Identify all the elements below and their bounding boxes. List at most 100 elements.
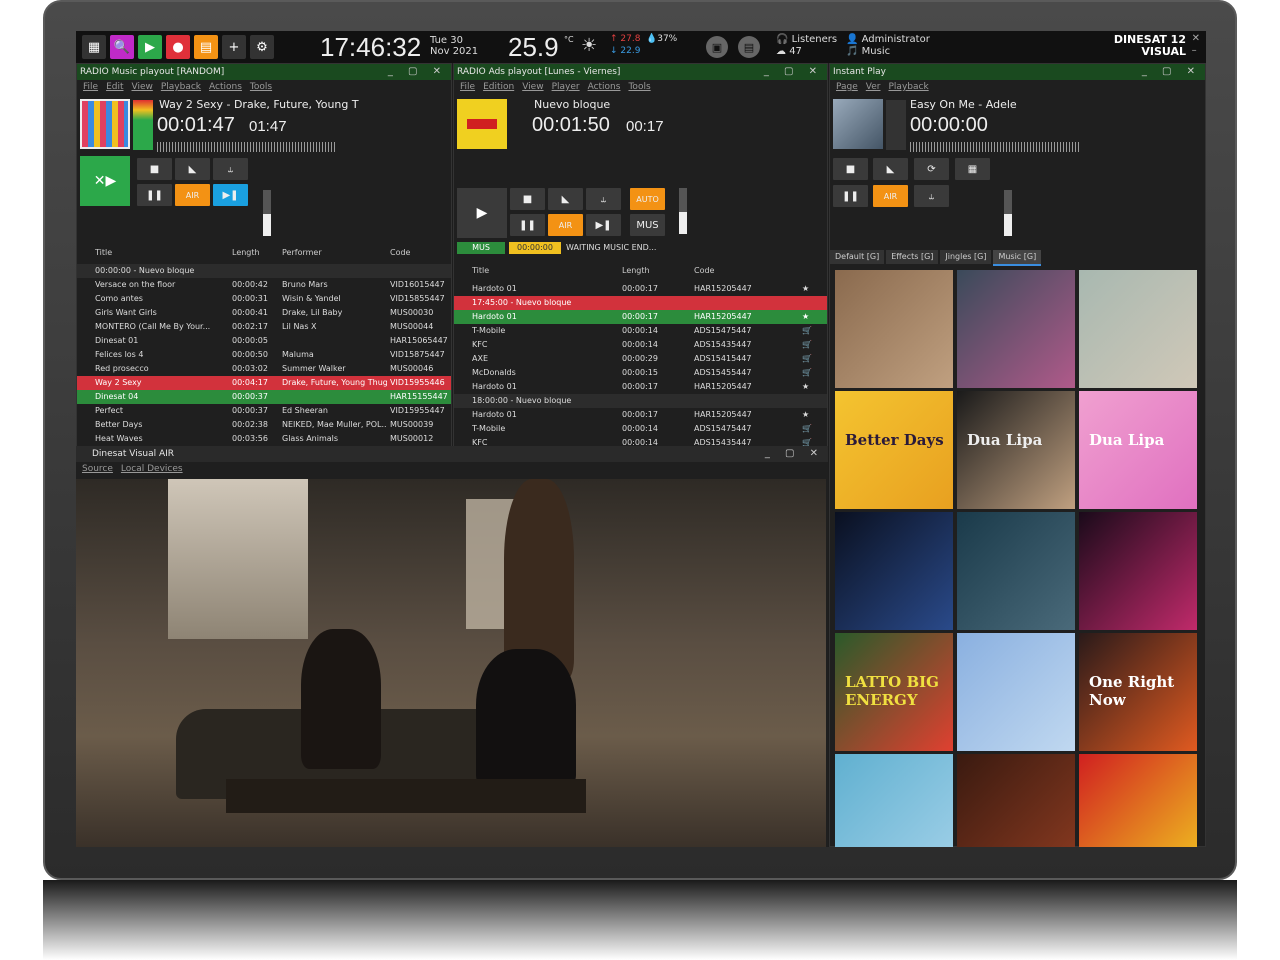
table-row[interactable]: MONTERO (Call Me By Your... 00:02:17 Lil N… (77, 320, 451, 334)
user-info[interactable]: 👤 Administrator 🎵 Music (846, 34, 930, 58)
fade-button[interactable]: ⥿ (586, 188, 621, 210)
air-button[interactable]: AIR (548, 214, 583, 236)
menu-item-tools[interactable]: Tools (628, 82, 650, 92)
table-row[interactable]: Hardoto 01 00:00:17 HAR15205447 ★ (454, 380, 827, 394)
table-row[interactable]: Girls Want Girls 00:00:41 Drake, Lil Baby M… (77, 306, 451, 320)
tab-effects[interactable]: Effects [G] (886, 250, 939, 264)
album-cover-12[interactable]: One Right Now (1079, 633, 1197, 751)
menu-item-edition[interactable]: Edition (483, 82, 514, 92)
mus-button[interactable]: MUS (630, 214, 665, 236)
table-row[interactable]: Versace on the floor 00:00:42 Bruno Mars VI… (77, 278, 451, 292)
air-button[interactable]: AIR (873, 185, 908, 207)
table-row[interactable]: Better Days 00:02:38 NEIKED, Mae Muller, P… (77, 418, 451, 432)
stop-button[interactable]: ■ (833, 158, 868, 180)
col-title[interactable]: Title (95, 248, 112, 257)
album-cover-6[interactable]: Dua Lipa (1079, 391, 1197, 509)
plus-button[interactable]: + (222, 35, 246, 59)
search-button[interactable]: 🔍 (110, 35, 134, 59)
fade-button[interactable]: ⥿ (914, 185, 949, 207)
album-cover-13[interactable] (835, 754, 953, 847)
auto-button[interactable]: AUTO (630, 188, 665, 210)
panel-window-controls[interactable]: _ ▢ ✕ (764, 64, 823, 80)
album-cover-11[interactable] (957, 633, 1075, 751)
table-row[interactable]: T-Mobile 00:00:14 ADS15475447 🛒 (454, 324, 827, 338)
album-cover-14[interactable] (957, 754, 1075, 847)
play-button[interactable]: ▶ (457, 188, 507, 238)
menu-item-source[interactable]: Source (82, 464, 113, 474)
menu-item-view[interactable]: View (522, 82, 543, 92)
air-button[interactable]: AIR (175, 184, 210, 206)
col-length[interactable]: Length (232, 248, 260, 257)
panel-window-controls[interactable]: _ ▢ ✕ (388, 64, 447, 80)
menu-item-playback[interactable]: Playback (161, 82, 201, 92)
calendar-button[interactable]: ▤ (194, 35, 218, 59)
table-row[interactable]: Como antes 00:00:31 Wisin & Yandel VID15855… (77, 292, 451, 306)
next-button[interactable]: ▶❚ (586, 214, 621, 236)
table-row[interactable]: Dinesat 01 00:00:05 HAR15065447 (77, 334, 451, 348)
col-code[interactable]: Code (390, 248, 410, 257)
table-row[interactable]: 00:00:00 - Nuevo bloque (77, 264, 451, 278)
col-code[interactable]: Code (694, 266, 714, 275)
volume-slider[interactable] (679, 188, 687, 234)
table-row[interactable]: McDonalds 00:00:15 ADS15455447 🛒 (454, 366, 827, 380)
menu-item-file[interactable]: File (460, 82, 475, 92)
tab-default[interactable]: Default [G] (830, 250, 885, 264)
menu-item-actions[interactable]: Actions (209, 82, 242, 92)
menu-item-local-devices[interactable]: Local Devices (121, 464, 183, 474)
menu-item-file[interactable]: File (83, 82, 98, 92)
pause-button[interactable]: ❚❚ (510, 214, 545, 236)
table-row[interactable]: 18:00:00 - Nuevo bloque (454, 394, 827, 408)
table-row[interactable]: Hardoto 01 00:00:17 HAR15205447 ★ (454, 310, 827, 324)
menu-item-page[interactable]: Page (836, 82, 858, 92)
album-cover-10[interactable]: LATTO BIG ENERGY (835, 633, 953, 751)
play-button[interactable]: ▶ (138, 35, 162, 59)
menu-item-edit[interactable]: Edit (106, 82, 123, 92)
record-button[interactable]: ● (166, 35, 190, 59)
table-row[interactable]: Dinesat 04 00:00:37 HAR15155447 (77, 390, 451, 404)
gear-button[interactable]: ⚙ (250, 35, 274, 59)
album-cover-9[interactable] (1079, 512, 1197, 630)
grid-button[interactable]: ▦ (955, 158, 990, 180)
table-row[interactable]: Felices los 4 00:00:50 Maluma VID15875447 (77, 348, 451, 362)
cue-button[interactable]: ◣ (175, 158, 210, 180)
table-row[interactable]: Red prosecco 00:03:02 Summer Walker MUS0004… (77, 362, 451, 376)
table-row[interactable]: 17:45:00 - Nuevo bloque (454, 296, 827, 310)
cue-button[interactable]: ◣ (548, 188, 583, 210)
menu-item-playback[interactable]: Playback (889, 82, 929, 92)
pause-button[interactable]: ❚❚ (137, 184, 172, 206)
panel-window-controls[interactable]: _ ▢ ✕ (765, 446, 824, 462)
table-row[interactable]: Perfect 00:00:37 Ed Sheeran VID15955447 (77, 404, 451, 418)
table-row[interactable]: Hardoto 01 00:00:17 HAR15205447 ★ (454, 408, 827, 422)
grid-button[interactable]: ▦ (82, 35, 106, 59)
album-cover-15[interactable] (1079, 754, 1197, 847)
loop-button[interactable]: ⟳ (914, 158, 949, 180)
crossfade-play-button[interactable]: ✕▶ (80, 156, 130, 206)
table-row[interactable]: Heat Waves 00:03:56 Glass Animals MUS00012 (77, 432, 451, 446)
menu-item-ver[interactable]: Ver (866, 82, 881, 92)
album-cover-5[interactable]: Dua Lipa (957, 391, 1075, 509)
table-row[interactable]: AXE 00:00:29 ADS15415447 🛒 (454, 352, 827, 366)
window-controls[interactable]: ✕ – (1192, 33, 1200, 57)
fade-button[interactable]: ⥿ (213, 158, 248, 180)
next-button[interactable]: ▶❚ (213, 184, 248, 206)
volume-slider[interactable] (1004, 190, 1012, 236)
tab-music[interactable]: Music [G] (993, 250, 1042, 266)
table-row[interactable]: Way 2 Sexy 00:04:17 Drake, Future, Young T… (77, 376, 451, 390)
tab-jingles[interactable]: Jingles [G] (940, 250, 992, 264)
col-title[interactable]: Title (472, 266, 489, 275)
album-cover-8[interactable] (957, 512, 1075, 630)
menu-item-tools[interactable]: Tools (250, 82, 272, 92)
cue-button[interactable]: ◣ (873, 158, 908, 180)
volume-slider[interactable] (263, 190, 271, 236)
album-cover-7[interactable] (835, 512, 953, 630)
table-row[interactable]: T-Mobile 00:00:14 ADS15475447 🛒 (454, 422, 827, 436)
table-row[interactable]: KFC 00:00:14 ADS15435447 🛒 (454, 338, 827, 352)
col-performer[interactable]: Performer (282, 248, 322, 257)
album-cover-3[interactable] (1079, 270, 1197, 388)
col-length[interactable]: Length (622, 266, 650, 275)
menu-item-actions[interactable]: Actions (588, 82, 621, 92)
table-row[interactable]: Hardoto 01 00:00:17 HAR15205447 ★ (454, 282, 827, 296)
pause-button[interactable]: ❚❚ (833, 185, 868, 207)
menu-item-view[interactable]: View (132, 82, 153, 92)
album-cover-1[interactable] (835, 270, 953, 388)
